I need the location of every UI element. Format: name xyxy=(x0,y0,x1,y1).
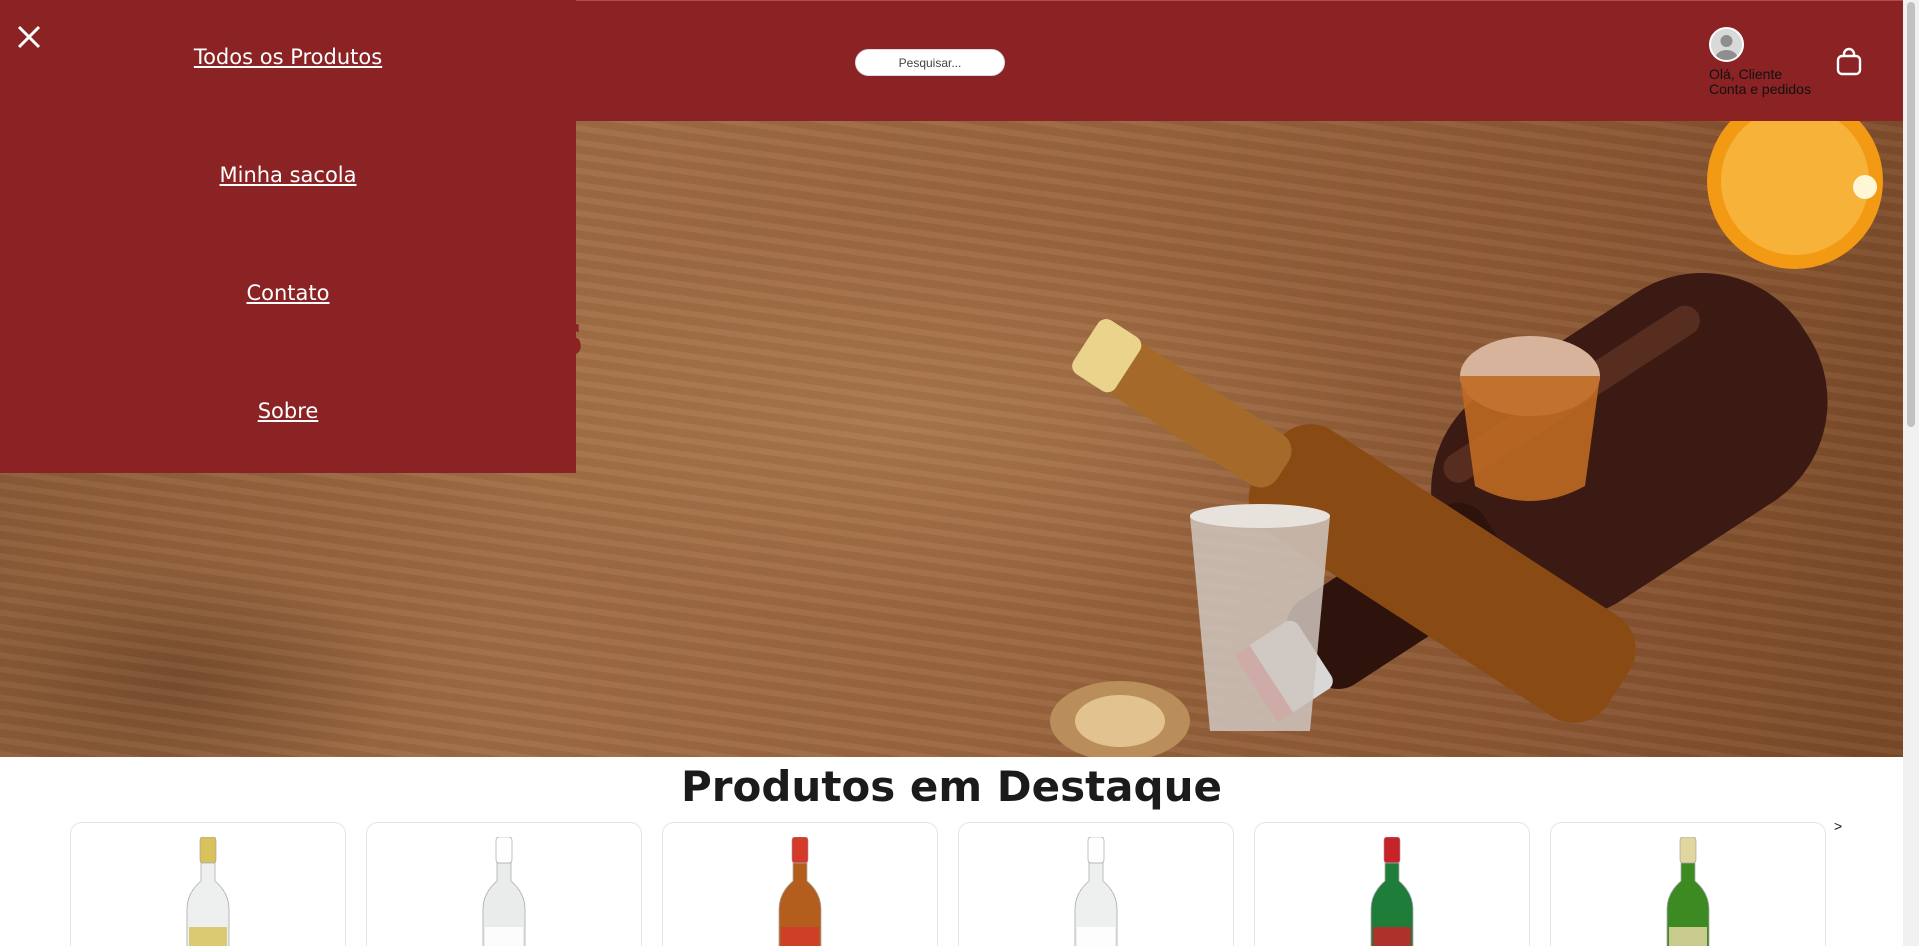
product-card[interactable] xyxy=(1254,822,1530,946)
amber-bottle-red-cap-icon xyxy=(778,837,822,946)
account-menu[interactable]: Olá, Cliente Conta e pedidos xyxy=(1709,27,1829,99)
vertical-scrollbar[interactable] xyxy=(1903,0,1919,946)
green-bottle-gold-cap-icon xyxy=(1666,837,1710,946)
clear-bottle-green-cap-icon xyxy=(482,837,526,946)
product-card[interactable] xyxy=(958,822,1234,946)
page: Pesquisar... Olá, Cliente Conta e pedido… xyxy=(0,0,1903,946)
product-card[interactable] xyxy=(70,822,346,946)
carousel-next-button[interactable]: > xyxy=(1834,818,1842,834)
account-greeting: Olá, Cliente xyxy=(1709,66,1783,82)
user-avatar-icon xyxy=(1709,27,1744,62)
featured-products-title: Produtos em Destaque xyxy=(681,762,1222,811)
menu-item-my-bag[interactable]: Minha sacola xyxy=(0,163,576,187)
account-orders-link[interactable]: Conta e pedidos xyxy=(1709,82,1811,97)
green-bottle-red-seal-icon xyxy=(1370,837,1414,946)
search-input[interactable]: Pesquisar... xyxy=(855,49,1005,76)
clear-bottle-tan-cap-icon xyxy=(1074,837,1118,946)
product-card[interactable] xyxy=(662,822,938,946)
menu-item-contact[interactable]: Contato xyxy=(0,281,576,305)
shopping-bag-icon[interactable] xyxy=(1835,47,1863,77)
product-card[interactable] xyxy=(366,822,642,946)
product-card[interactable] xyxy=(1550,822,1826,946)
clear-bottle-gold-cap-icon xyxy=(186,837,230,946)
menu-item-about[interactable]: Sobre xyxy=(0,399,576,423)
scrollbar-thumb[interactable] xyxy=(1907,2,1915,427)
side-menu-drawer: Todos os Produtos Minha sacola Contato S… xyxy=(0,0,576,473)
menu-item-all-products[interactable]: Todos os Produtos xyxy=(0,45,576,69)
